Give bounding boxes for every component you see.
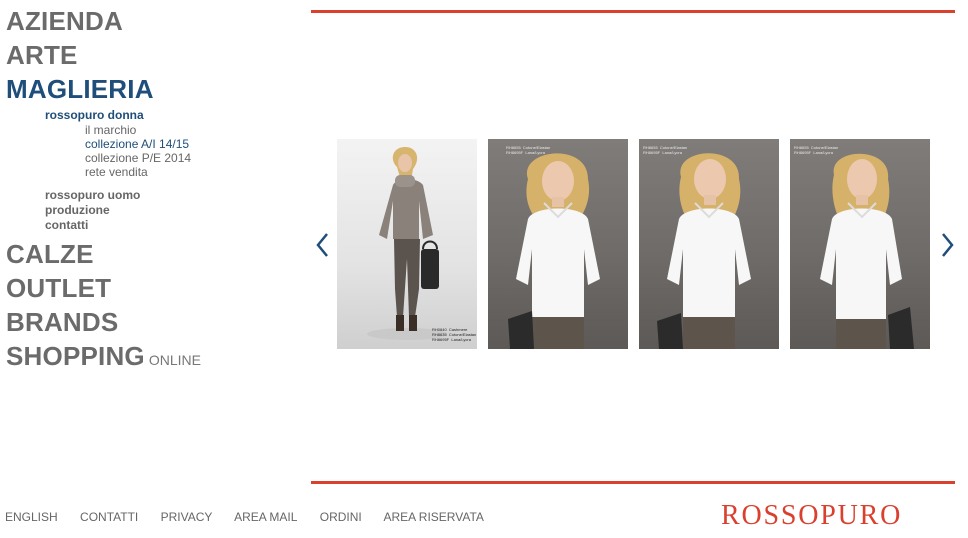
product-gallery: RH0840 Cashmere RH8635 Cotone/Elastan RH… <box>337 139 937 349</box>
nav-calze[interactable]: CALZE <box>6 237 306 271</box>
main-navigation: AZIENDA ARTE MAGLIERIA rossopuro donna i… <box>6 4 306 377</box>
model-photo-1 <box>367 147 447 340</box>
model-photo-2 <box>508 153 600 349</box>
nav-shopping-online[interactable]: SHOPPING ONLINE <box>6 339 306 377</box>
nav-outlet[interactable]: OUTLET <box>6 271 306 305</box>
bottom-divider <box>311 481 955 484</box>
nav-collezione-ai[interactable]: collezione A/I 14/15 <box>85 137 306 151</box>
brand-logo[interactable]: ROSSOPURO <box>721 500 902 532</box>
footer-link-contatti[interactable]: CONTATTI <box>80 510 138 524</box>
nav-arte[interactable]: ARTE <box>6 38 306 72</box>
nav-rete-vendita[interactable]: rete vendita <box>85 165 306 179</box>
photo-caption: RH8655 Cotone/Elastan RH8695F Lana/Lycra <box>506 145 551 155</box>
footer-link-area-mail[interactable]: AREA MAIL <box>234 510 297 524</box>
model-photo-3 <box>657 153 751 349</box>
top-divider <box>311 10 955 13</box>
gallery-photo-4[interactable]: RH8655 Cotone/Elastan RH8695F Lana/Lycra <box>790 139 930 349</box>
footer-link-ordini[interactable]: ORDINI <box>320 510 362 524</box>
photo-caption: RH8655 Cotone/Elastan RH8695F Lana/Lycra <box>794 145 839 155</box>
nav-maglieria[interactable]: MAGLIERIA <box>6 72 306 106</box>
photo-caption: RH8655 Cotone/Elastan RH8695F Lana/Lycra <box>643 145 688 155</box>
nav-azienda[interactable]: AZIENDA <box>6 4 306 38</box>
nav-shopping-label: SHOPPING <box>6 341 145 371</box>
nav-contatti[interactable]: contatti <box>45 218 306 233</box>
nav-rossopuro-uomo[interactable]: rossopuro uomo <box>45 188 306 203</box>
gallery-photo-2[interactable]: RH8655 Cotone/Elastan RH8695F Lana/Lycra <box>488 139 628 349</box>
footer-link-privacy[interactable]: PRIVACY <box>161 510 213 524</box>
chevron-right-icon[interactable] <box>939 230 957 260</box>
nav-il-marchio[interactable]: il marchio <box>85 123 306 137</box>
model-photo-4 <box>820 153 914 349</box>
nav-brands[interactable]: BRANDS <box>6 305 306 339</box>
gallery-photo-1[interactable]: RH0840 Cashmere RH8635 Cotone/Elastan RH… <box>337 139 477 349</box>
nav-rossopuro-donna[interactable]: rossopuro donna <box>45 108 306 123</box>
gallery-photo-3[interactable]: RH8655 Cotone/Elastan RH8695F Lana/Lycra <box>639 139 779 349</box>
footer-link-area-riservata[interactable]: AREA RISERVATA <box>383 510 483 524</box>
nav-collezione-pe[interactable]: collezione P/E 2014 <box>85 151 306 165</box>
footer-links: ENGLISH CONTATTI PRIVACY AREA MAIL ORDIN… <box>5 510 503 524</box>
footer-link-english[interactable]: ENGLISH <box>5 510 58 524</box>
nav-produzione[interactable]: produzione <box>45 203 306 218</box>
chevron-left-icon[interactable] <box>313 230 331 260</box>
photo-caption: RH0840 Cashmere RH8635 Cotone/Elastan RH… <box>432 327 477 342</box>
nav-online-label: ONLINE <box>148 352 201 368</box>
